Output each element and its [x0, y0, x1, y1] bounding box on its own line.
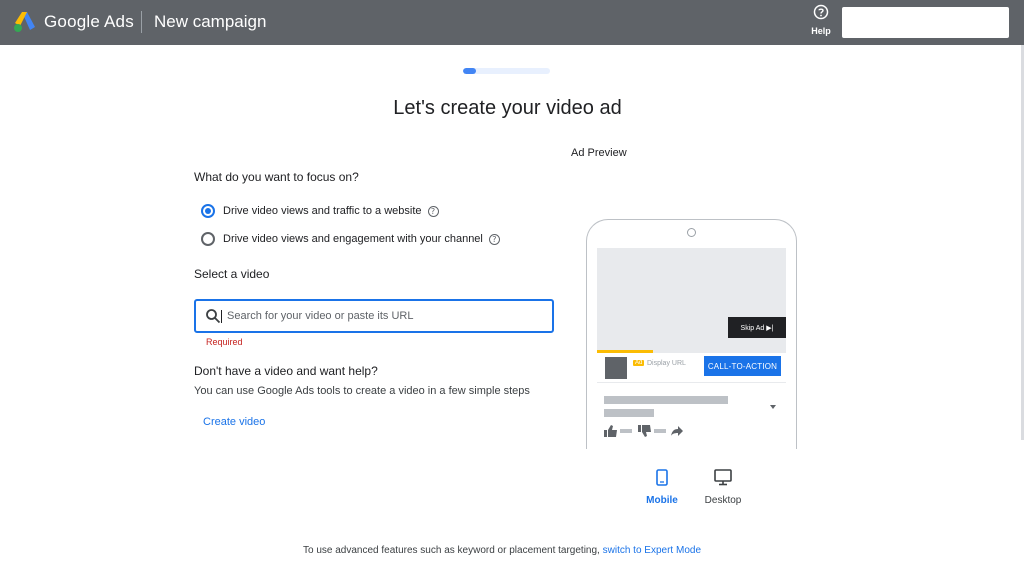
video-player-area: Skip Ad ▶| — [597, 248, 786, 353]
share-icon — [671, 426, 683, 436]
required-error: Required — [206, 337, 243, 347]
thumbs-up-icon — [604, 425, 617, 437]
ad-info-row: Ad Display URL CALL-TO-ACTION — [597, 353, 786, 383]
step-progress — [463, 68, 550, 74]
text-cursor — [221, 309, 222, 323]
page-title: Let's create your video ad — [393, 97, 622, 119]
help-heading: Don't have a video and want help? — [194, 364, 378, 378]
call-to-action-button[interactable]: CALL-TO-ACTION — [704, 356, 781, 376]
device-toggle-desktop[interactable]: Desktop — [701, 469, 745, 506]
ad-thumbnail — [605, 357, 627, 379]
phone-mockup: Skip Ad ▶| Ad Display URL CALL-TO-ACTION — [586, 219, 797, 449]
account-box[interactable] — [842, 7, 1009, 38]
device-label-mobile: Mobile — [646, 495, 678, 506]
brand-name: Google Ads — [44, 12, 134, 31]
device-toggle-mobile[interactable]: Mobile — [645, 469, 679, 506]
footer-text: To use advanced features such as keyword… — [303, 545, 603, 556]
focus-option-label: Drive video views and traffic to a websi… — [223, 205, 422, 217]
help-circle-icon[interactable]: ? — [427, 205, 439, 217]
ad-preview-label: Ad Preview — [571, 147, 627, 159]
subtitle-placeholder-bar — [604, 409, 654, 417]
footer-note: To use advanced features such as keyword… — [0, 545, 1004, 556]
focus-question: What do you want to focus on? — [194, 170, 359, 184]
step-progress-fill — [463, 68, 477, 74]
help-circle-icon[interactable]: ? — [488, 233, 500, 245]
radio-button-selected[interactable] — [201, 204, 215, 218]
display-url: Display URL — [647, 360, 686, 367]
expert-mode-link[interactable]: switch to Expert Mode — [603, 545, 701, 556]
like-count-bar — [620, 429, 632, 433]
chevron-down-icon — [770, 405, 776, 409]
create-video-link[interactable]: Create video — [203, 416, 265, 428]
search-icon — [206, 309, 221, 324]
title-placeholder-bar — [604, 396, 728, 404]
skip-ad-button[interactable]: Skip Ad ▶| — [728, 317, 786, 338]
page-name: New campaign — [154, 12, 267, 31]
thumbs-down-icon — [638, 425, 651, 437]
help-text: You can use Google Ads tools to create a… — [194, 385, 530, 397]
select-video-label: Select a video — [194, 267, 270, 281]
radio-button[interactable] — [201, 232, 215, 246]
help-label: Help — [811, 26, 831, 36]
top-bar: Google Ads New campaign Help — [0, 0, 1024, 45]
video-search-input[interactable] — [227, 310, 527, 322]
focus-option-channel[interactable]: Drive video views and engagement with yo… — [201, 232, 500, 246]
dislike-count-bar — [654, 429, 666, 433]
focus-option-website[interactable]: Drive video views and traffic to a websi… — [201, 204, 439, 218]
help-button[interactable]: Help — [808, 4, 834, 36]
phone-camera — [687, 228, 696, 237]
focus-option-label: Drive video views and engagement with yo… — [223, 233, 483, 245]
device-label-desktop: Desktop — [704, 495, 742, 506]
phone-icon — [656, 469, 668, 486]
google-ads-logo-icon[interactable] — [13, 11, 37, 33]
header-divider — [141, 11, 142, 33]
help-icon — [813, 4, 829, 20]
ad-badge: Ad — [633, 360, 645, 366]
monitor-icon — [714, 469, 732, 486]
video-search-field[interactable] — [194, 299, 554, 333]
